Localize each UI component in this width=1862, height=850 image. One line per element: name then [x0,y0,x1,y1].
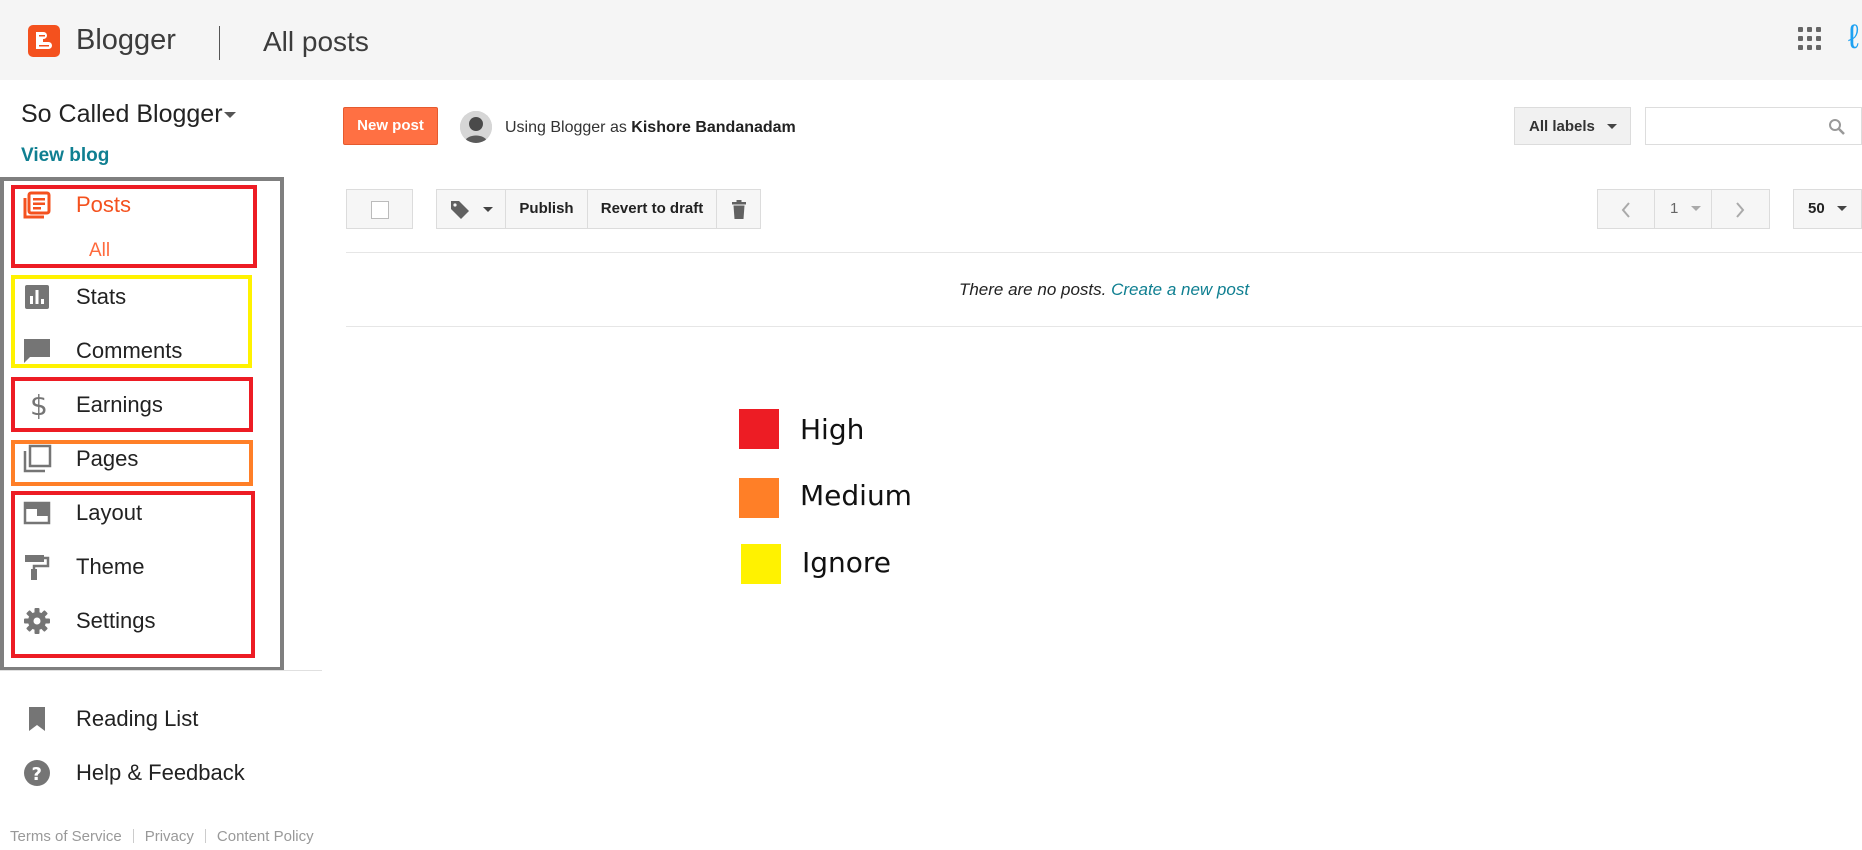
sidebar-divider [0,670,322,671]
sidebar-item-earnings[interactable]: $ Earnings [22,386,252,426]
dollar-icon: $ [22,389,52,422]
bookmark-icon [22,704,52,734]
legend-swatch-ignore [741,544,781,584]
checkbox[interactable] [371,201,389,219]
layout-icon [22,498,52,528]
label-button[interactable] [436,189,506,229]
sidebar-item-label: Reading List [76,706,199,731]
empty-state-message: There are no posts. Create a new post [346,280,1862,300]
select-all-checkbox[interactable] [346,189,413,229]
sidebar-item-label: Stats [76,284,127,309]
sidebar-item-label: Help & Feedback [76,760,245,785]
svg-text:$: $ [30,390,48,420]
legend-swatch-high [739,409,779,449]
account-avatar-icon[interactable]: ℓ [1848,18,1859,57]
privacy-link[interactable]: Privacy [145,828,194,845]
comment-icon [22,336,52,366]
sidebar-item-settings[interactable]: Settings [22,602,252,642]
page-number-select[interactable]: 1 [1654,189,1712,229]
footer-separator [132,829,134,843]
user-name: Kishore Bandanadam [631,119,796,136]
sidebar-item-label: Comments [76,338,183,363]
previous-page-button[interactable] [1597,189,1655,229]
page-title: All posts [263,26,369,57]
sidebar-item-label: Posts [76,192,132,217]
sidebar-item-stats[interactable]: Stats [22,278,252,318]
legend-swatch-medium [739,478,779,518]
sidebar-item-reading-list[interactable]: Reading List [22,700,252,740]
chevron-left-icon [1621,202,1630,218]
caret-down-icon [483,207,493,212]
blog-selector[interactable]: So Called Blogger [21,100,223,129]
posts-icon [22,190,52,220]
signed-in-prefix: Using Blogger as [505,119,627,136]
sidebar-item-comments[interactable]: Comments [22,332,252,372]
signed-in-as: Using Blogger as Kishore Bandanadam [505,119,796,137]
list-divider-top [346,252,1862,253]
content-policy-link[interactable]: Content Policy [217,828,314,845]
legend-label-high: High [800,413,865,446]
gear-icon [22,606,52,636]
sidebar-item-theme[interactable]: Theme [22,548,252,588]
posts-per-page-select[interactable]: 50 [1793,189,1862,229]
blogger-logo-icon[interactable] [28,25,60,57]
legend-label-ignore: Ignore [802,546,892,579]
apps-grid-icon[interactable] [1798,27,1824,53]
new-post-button[interactable]: New post [343,107,438,145]
list-divider-bottom [346,326,1862,327]
per-page-value: 50 [1808,200,1825,217]
help-icon: ? [22,758,52,788]
create-new-post-link[interactable]: Create a new post [1111,280,1249,299]
sidebar-item-help[interactable]: ? Help & Feedback [22,754,252,794]
publish-button[interactable]: Publish [505,189,588,229]
brand-name[interactable]: Blogger [76,24,176,57]
chevron-down-icon[interactable] [224,112,236,118]
sidebar-item-pages[interactable]: Pages [22,440,252,480]
sidebar-item-posts[interactable]: Posts [22,186,252,226]
pages-icon [22,444,52,474]
footer-links: Terms of Service Privacy Content Policy [10,828,314,845]
legend-label-medium: Medium [800,479,912,512]
caret-down-icon [1607,124,1618,129]
trash-icon [732,200,746,219]
footer-separator [204,829,206,843]
sidebar-item-label: Settings [76,608,156,633]
sidebar-item-layout[interactable]: Layout [22,494,252,534]
stats-icon [22,282,52,312]
user-avatar[interactable] [460,111,492,143]
search-icon[interactable] [1828,118,1846,136]
sidebar-item-label: Earnings [76,392,163,417]
view-blog-link[interactable]: View blog [21,145,109,167]
caret-down-icon [1690,206,1701,211]
sidebar-subitem-all[interactable]: All [89,240,110,262]
sidebar-item-label: Pages [76,446,139,471]
svg-text:?: ? [32,764,42,785]
terms-link[interactable]: Terms of Service [10,828,122,845]
labels-dropdown-label: All labels [1529,118,1595,135]
caret-down-icon [1837,206,1848,211]
header-divider [219,26,220,60]
revert-to-draft-button[interactable]: Revert to draft [587,189,717,229]
delete-button[interactable] [716,189,761,229]
labels-dropdown[interactable]: All labels [1514,107,1631,145]
paint-roller-icon [22,552,52,582]
tag-icon [451,201,469,219]
empty-state-text: There are no posts. [958,280,1107,299]
chevron-right-icon [1736,202,1745,218]
page-number: 1 [1670,200,1679,217]
next-page-button[interactable] [1711,189,1770,229]
sidebar-item-label: Layout [76,500,143,525]
sidebar-item-label: Theme [76,554,145,579]
